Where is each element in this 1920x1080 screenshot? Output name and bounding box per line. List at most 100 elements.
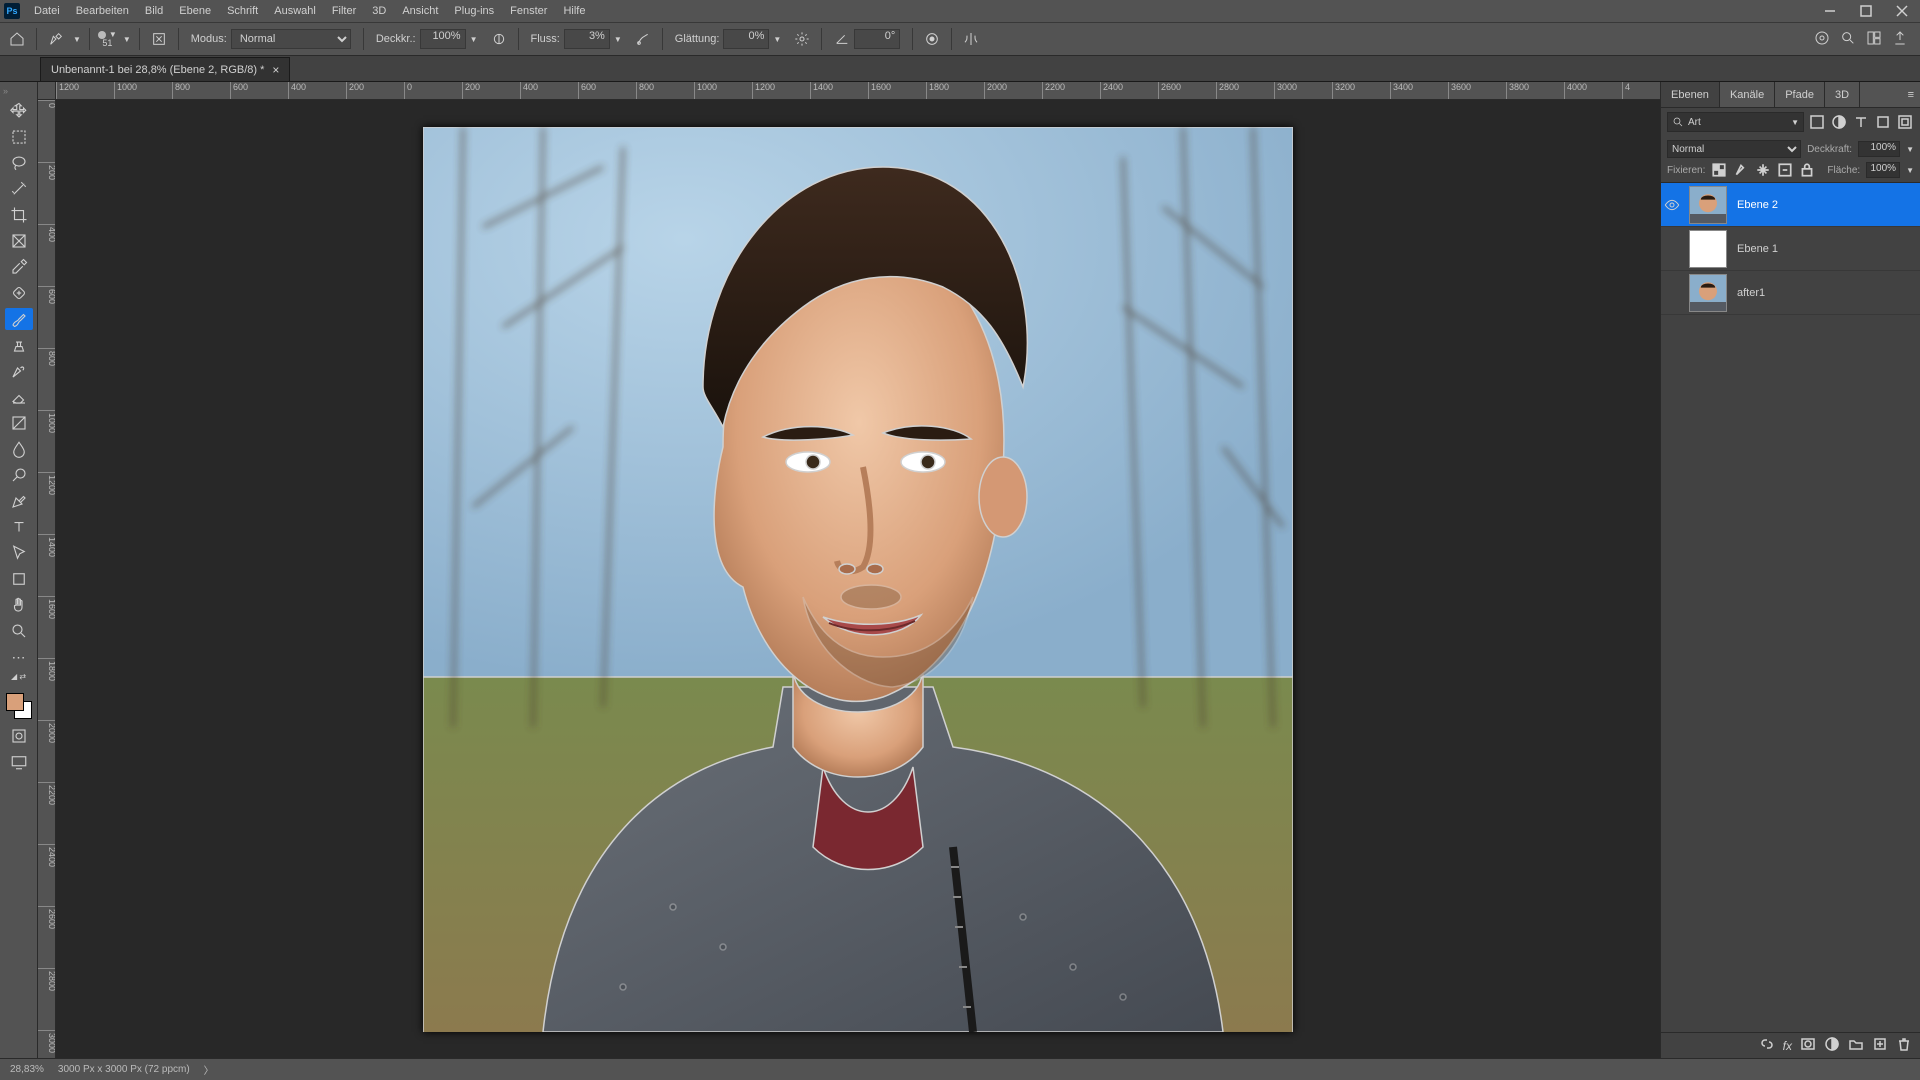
layer-thumbnail[interactable] [1689,274,1727,312]
share-icon[interactable] [1892,30,1908,49]
vertical-ruler[interactable]: 0200400600800100012001400160018002000220… [38,100,56,1058]
menu-bearbeiten[interactable]: Bearbeiten [68,5,137,17]
layer-row[interactable]: Ebene 1 [1661,227,1920,271]
horizontal-ruler[interactable]: 1200100080060040020002004006008001000120… [56,82,1660,100]
gradient-tool[interactable] [5,412,33,434]
marquee-tool[interactable] [5,126,33,148]
opacity-value[interactable]: 100% [420,29,466,49]
link-layers-icon[interactable] [1759,1036,1775,1055]
zoom-readout[interactable]: 28,83% [10,1064,44,1075]
flow-value[interactable]: 3% [564,29,610,49]
menu-ansicht[interactable]: Ansicht [394,5,446,17]
menu-schrift[interactable]: Schrift [219,5,266,17]
eraser-tool[interactable] [5,386,33,408]
brush-tool[interactable] [5,308,33,330]
tab-3d[interactable]: 3D [1825,82,1860,107]
history-brush-tool[interactable] [5,360,33,382]
swap-default-swatch[interactable]: ◢ ⇄ [11,672,26,681]
blur-tool[interactable] [5,438,33,460]
layer-name[interactable]: Ebene 2 [1733,199,1914,211]
layer-name[interactable]: after1 [1733,287,1914,299]
hand-tool[interactable] [5,594,33,616]
pen-tool[interactable] [5,490,33,512]
dodge-tool[interactable] [5,464,33,486]
status-arrow[interactable]: 〉 [204,1062,214,1077]
lock-pixels-icon[interactable] [1733,162,1749,178]
pressure-opacity-button[interactable] [488,28,510,50]
menu-auswahl[interactable]: Auswahl [266,5,324,17]
layer-name[interactable]: Ebene 1 [1733,243,1914,255]
home-button[interactable] [6,28,28,50]
adjustment-layer-icon[interactable] [1824,1036,1840,1055]
lock-all-icon[interactable] [1799,162,1815,178]
filter-smart-icon[interactable] [1896,113,1914,131]
symmetry-button[interactable] [960,28,982,50]
more-tools[interactable]: ⋯ [5,646,33,668]
eyedropper-tool[interactable] [5,256,33,278]
layer-fill-dropdown[interactable]: ▼ [1906,166,1914,175]
color-swatches[interactable] [4,691,34,721]
maximize-button[interactable] [1848,0,1884,22]
delete-layer-icon[interactable] [1896,1036,1912,1055]
tab-kanaele[interactable]: Kanäle [1720,82,1775,107]
blend-mode-select[interactable]: Normal [231,29,351,49]
lock-position-icon[interactable] [1755,162,1771,178]
filter-shape-icon[interactable] [1874,113,1892,131]
layer-fill-value[interactable]: 100% [1866,162,1900,178]
flow-dropdown[interactable]: ▼ [614,35,622,44]
move-tool[interactable] [5,100,33,122]
search-icon[interactable] [1840,30,1856,49]
filter-type-icon[interactable] [1852,113,1870,131]
layer-opacity-value[interactable]: 100% [1858,141,1900,157]
layer-blend-mode-select[interactable]: Normal [1667,140,1801,158]
filter-pixel-icon[interactable] [1808,113,1826,131]
healing-brush-tool[interactable] [5,282,33,304]
layer-row[interactable]: after1 [1661,271,1920,315]
layer-fx-icon[interactable]: fx [1783,1039,1792,1053]
close-button[interactable] [1884,0,1920,22]
canvas-viewport[interactable] [56,100,1660,1058]
cloud-docs-icon[interactable] [1814,30,1830,49]
type-tool[interactable] [5,516,33,538]
minimize-button[interactable] [1812,0,1848,22]
quickmask-tool[interactable] [5,725,33,747]
frame-tool[interactable] [5,230,33,252]
layer-thumbnail[interactable] [1689,230,1727,268]
menu-filter[interactable]: Filter [324,5,364,17]
menu-fenster[interactable]: Fenster [502,5,555,17]
angle-value[interactable]: 0° [854,29,900,49]
brush-preset-picker[interactable]: ▼ 51 [98,31,117,48]
lock-transparent-icon[interactable] [1711,162,1727,178]
foreground-swatch[interactable] [6,693,24,711]
opacity-dropdown[interactable]: ▼ [470,35,478,44]
document-canvas[interactable] [423,127,1293,1032]
screenmode-tool[interactable] [5,751,33,773]
tool-preset-dropdown[interactable]: ▼ [73,35,81,44]
group-layers-icon[interactable] [1848,1036,1864,1055]
layer-mask-icon[interactable] [1800,1036,1816,1055]
smoothing-value[interactable]: 0% [723,29,769,49]
panel-menu-icon[interactable]: ≡ [1902,82,1920,107]
layer-thumbnail[interactable] [1689,186,1727,224]
brush-preset-dropdown[interactable]: ▼ [123,35,131,44]
menu-3d[interactable]: 3D [364,5,394,17]
clone-stamp-tool[interactable] [5,334,33,356]
magic-wand-tool[interactable] [5,178,33,200]
menu-datei[interactable]: Datei [26,5,68,17]
layer-filter-select[interactable]: Art ▼ [1667,112,1804,132]
filter-adjust-icon[interactable] [1830,113,1848,131]
lock-artboard-icon[interactable] [1777,162,1793,178]
pressure-size-button[interactable] [921,28,943,50]
layer-list[interactable]: Ebene 2 Ebene 1 after1 [1661,183,1920,1032]
tool-preset-icon[interactable] [45,28,67,50]
layer-row[interactable]: Ebene 2 [1661,183,1920,227]
crop-tool[interactable] [5,204,33,226]
path-select-tool[interactable] [5,542,33,564]
smoothing-dropdown[interactable]: ▼ [773,35,781,44]
menu-hilfe[interactable]: Hilfe [555,5,593,17]
document-tab[interactable]: Unbenannt-1 bei 28,8% (Ebene 2, RGB/8) *… [40,57,290,81]
shape-tool[interactable] [5,568,33,590]
smoothing-options-button[interactable] [791,28,813,50]
zoom-tool[interactable] [5,620,33,642]
workspace-icon[interactable] [1866,30,1882,49]
